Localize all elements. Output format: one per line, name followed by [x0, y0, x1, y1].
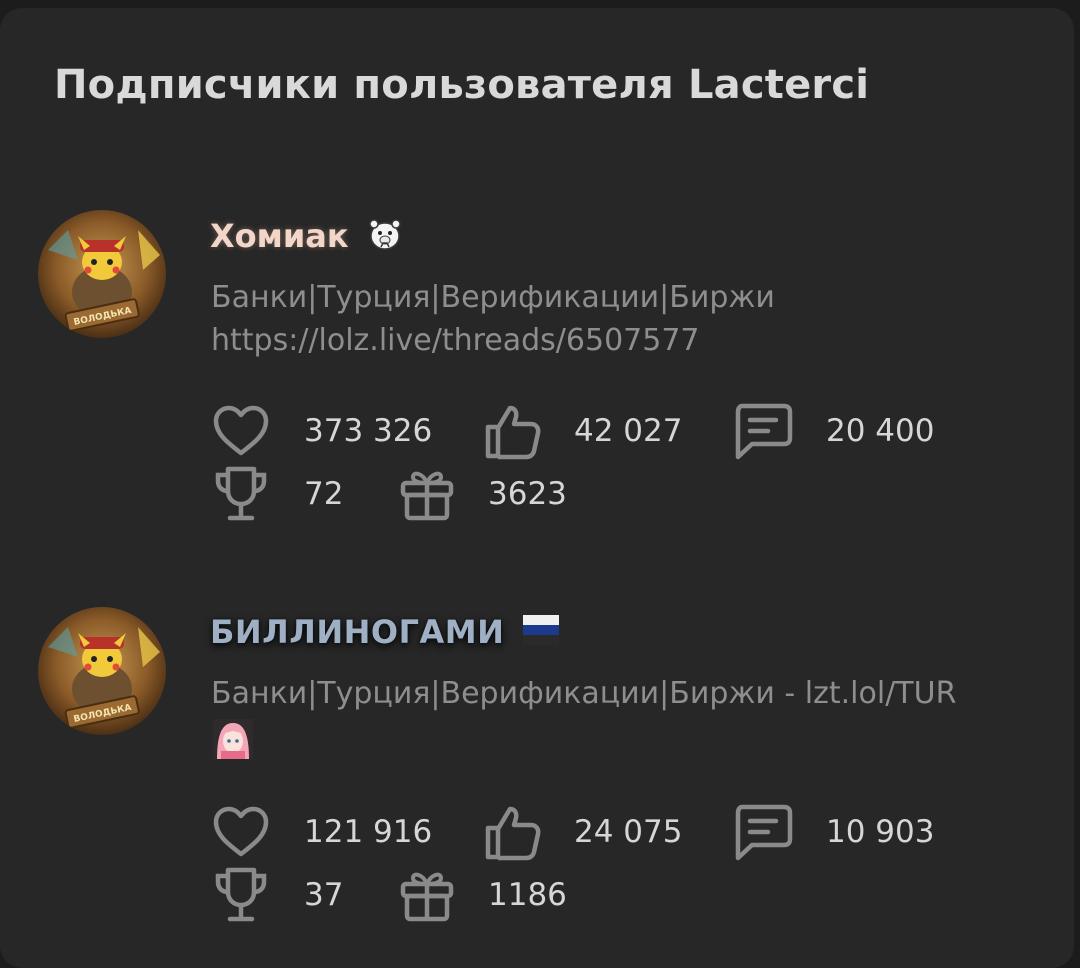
- user-status: Банки|Турция|Верификации|Биржи https://l…: [211, 276, 775, 362]
- gift-icon: [396, 463, 458, 525]
- gifts-stat: 1186: [396, 864, 567, 926]
- messages-count: 10 903: [826, 814, 935, 850]
- messages-stat: 20 400: [732, 400, 934, 462]
- gift-icon: [396, 864, 458, 926]
- anime-girl-icon: [211, 715, 956, 762]
- trophies-stat: 37: [210, 864, 343, 926]
- status-link[interactable]: https://lolz.live/threads/6507577: [211, 319, 775, 362]
- messages-count: 20 400: [826, 413, 935, 449]
- russia-flag-icon: [522, 611, 560, 653]
- trophies-count: 37: [304, 877, 344, 913]
- trophies-stat: 72: [210, 463, 343, 525]
- messages-stat: 10 903: [732, 801, 934, 863]
- thumbs-stat: 24 075: [482, 801, 682, 863]
- gifts-count: 1186: [488, 877, 567, 913]
- thumbs-count: 42 027: [574, 413, 683, 449]
- username[interactable]: Хомиак: [210, 217, 349, 255]
- likes-stat: 121 916: [210, 801, 432, 863]
- thumbs-stat: 42 027: [482, 400, 682, 462]
- user-avatar[interactable]: ВОЛОДЬКА: [38, 210, 166, 338]
- heart-icon: [210, 400, 272, 462]
- message-icon: [732, 400, 794, 462]
- likes-stat: 373 326: [210, 400, 432, 462]
- thumbs-up-icon: [482, 400, 544, 462]
- gifts-stat: 3623: [396, 463, 567, 525]
- thumbs-up-icon: [482, 801, 544, 863]
- message-icon: [732, 801, 794, 863]
- gifts-count: 3623: [488, 476, 567, 512]
- likes-count: 373 326: [304, 413, 433, 449]
- thumbs-count: 24 075: [574, 814, 683, 850]
- username[interactable]: БИЛЛИНОГАМИ: [210, 613, 504, 651]
- status-text: Банки|Турция|Верификации|Биржи: [211, 280, 775, 315]
- hamster-icon: [367, 216, 403, 256]
- trophy-icon: [210, 864, 272, 926]
- likes-count: 121 916: [304, 814, 433, 850]
- status-text: Банки|Турция|Верификации|Биржи - lzt.lol…: [211, 676, 957, 711]
- trophy-icon: [210, 463, 272, 525]
- page-title: Подписчики пользователя Lacterci: [54, 62, 870, 108]
- user-avatar[interactable]: ВОЛОДЬКА: [38, 607, 166, 735]
- user-status: Банки|Турция|Верификации|Биржи - lzt.lol…: [211, 672, 956, 762]
- trophies-count: 72: [304, 476, 344, 512]
- heart-icon: [210, 801, 272, 863]
